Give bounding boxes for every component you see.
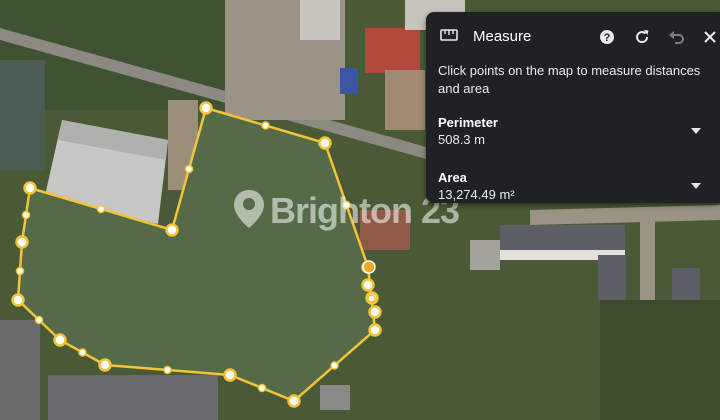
map-houses [598, 255, 626, 300]
measure-point[interactable] [199, 101, 213, 115]
help-button[interactable]: ? [596, 26, 618, 48]
map-houses [48, 375, 218, 420]
map-building [385, 70, 425, 130]
close-icon [704, 31, 716, 43]
measure-midpoint-handle[interactable] [257, 383, 267, 393]
measure-point[interactable] [23, 181, 37, 195]
perimeter-label: Perimeter [438, 115, 498, 130]
help-icon: ? [600, 30, 614, 44]
measure-midpoint-handle[interactable] [261, 121, 270, 130]
measure-point[interactable] [15, 235, 29, 249]
measure-instructions: Click points on the map to measure dista… [438, 63, 701, 96]
area-value: 13,274.49 m² [438, 187, 515, 202]
measure-midpoint-handle[interactable] [96, 204, 106, 214]
map-houses [0, 320, 40, 420]
refresh-icon [636, 30, 649, 44]
measure-midpoint-handle[interactable] [21, 210, 31, 220]
measure-midpoint-handle[interactable] [15, 266, 25, 276]
map-building [300, 0, 340, 40]
measure-point[interactable] [11, 293, 25, 307]
ruler-icon [440, 29, 458, 41]
measure-point[interactable] [287, 394, 301, 408]
measure-point[interactable] [53, 333, 67, 347]
map-house [672, 268, 700, 300]
undo-icon [669, 31, 684, 44]
perimeter-value: 508.3 m [438, 132, 485, 147]
chevron-down-icon[interactable] [690, 180, 702, 192]
measure-midpoint-handle[interactable] [163, 365, 172, 375]
measure-midpoint-handle[interactable] [34, 315, 44, 325]
measure-midpoint-handle[interactable] [184, 164, 194, 174]
measure-midpoint-handle[interactable] [78, 348, 87, 357]
svg-text:?: ? [604, 32, 611, 44]
area-label: Area [438, 170, 467, 185]
measure-point[interactable] [318, 136, 332, 150]
map-building [470, 240, 500, 270]
measure-point-active[interactable] [362, 260, 376, 274]
measure-point[interactable] [368, 305, 382, 319]
close-button[interactable] [699, 26, 720, 48]
undo-button[interactable] [665, 26, 687, 48]
map-pond [0, 60, 45, 170]
measure-panel-header: Measure ? [426, 12, 720, 60]
refresh-button[interactable] [631, 26, 653, 48]
map-building [320, 385, 350, 410]
chevron-down-icon[interactable] [690, 125, 702, 137]
measure-point[interactable] [368, 323, 382, 337]
measure-point[interactable] [223, 368, 237, 382]
measure-point[interactable] [361, 278, 375, 292]
measure-midpoint-handle[interactable] [330, 361, 339, 370]
measure-point[interactable] [98, 358, 112, 372]
measure-midpoint-handle[interactable] [367, 294, 376, 303]
measure-point[interactable] [165, 223, 179, 237]
panel-title: Measure [473, 28, 532, 45]
location-pin-icon [234, 190, 264, 228]
map-roof-red [365, 28, 420, 73]
map-roof-blue [340, 68, 358, 94]
measure-panel: Measure ? Click points on the map to mea… [426, 12, 720, 203]
map-trees [600, 300, 720, 420]
